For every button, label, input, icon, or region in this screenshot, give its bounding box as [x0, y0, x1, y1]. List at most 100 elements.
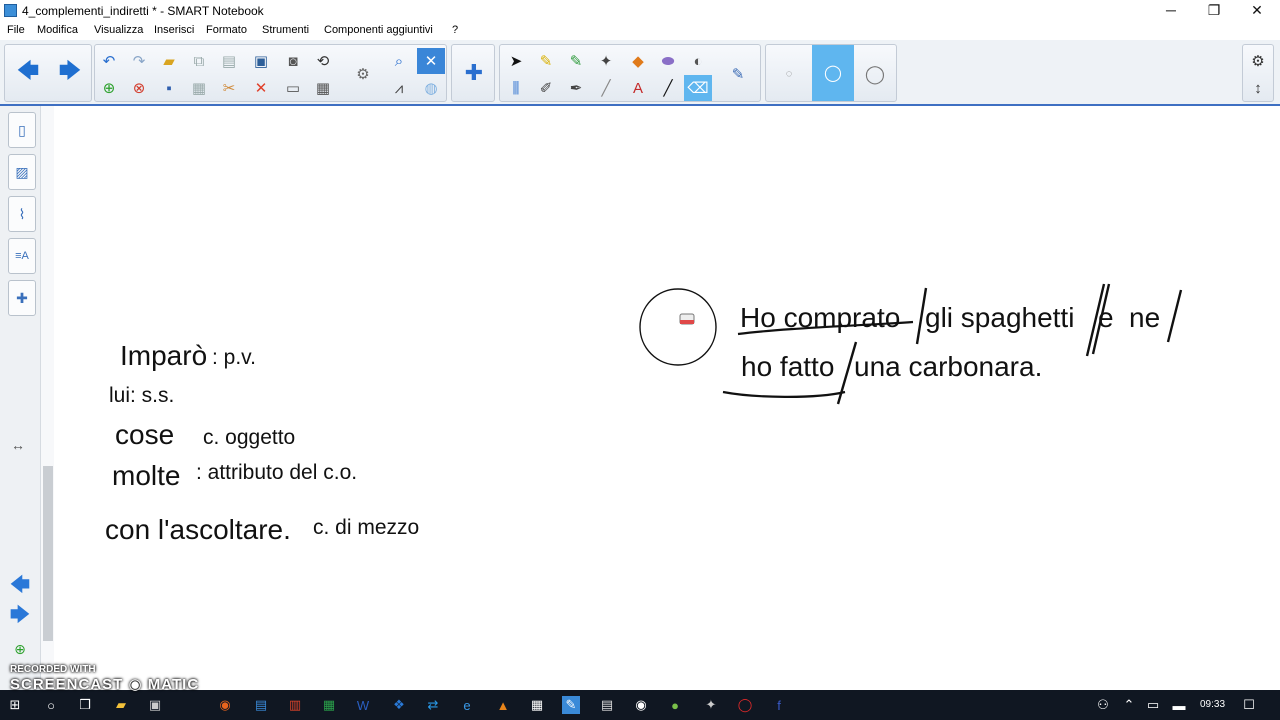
- text-icon[interactable]: A: [624, 75, 652, 101]
- screencast-icon[interactable]: ◉: [632, 696, 650, 714]
- file-explorer-icon[interactable]: ▰: [112, 696, 130, 714]
- properties-icon[interactable]: ≡A: [8, 238, 36, 274]
- smart-notebook-taskbar-icon[interactable]: ✎: [562, 696, 580, 714]
- fill-icon[interactable]: ◐: [684, 48, 712, 74]
- menu-modifica[interactable]: Modifica: [37, 24, 78, 36]
- word-icon[interactable]: W: [354, 696, 372, 714]
- menu-componenti-aggiuntivi[interactable]: Componenti aggiuntivi: [324, 24, 433, 36]
- ink-slash-1: [915, 287, 928, 345]
- calendar-icon[interactable]: ▦: [528, 696, 546, 714]
- sidebar-prev-page-icon[interactable]: 🡄: [6, 574, 34, 600]
- eraser-small-icon[interactable]: ⬬: [654, 48, 682, 74]
- display-icon[interactable]: ▭: [279, 75, 307, 101]
- add-ons-icon[interactable]: ✚: [8, 280, 36, 316]
- calculator-icon[interactable]: ▤: [598, 696, 616, 714]
- save-icon[interactable]: ▪: [155, 75, 183, 101]
- eraser-medium-size-icon[interactable]: ◯: [812, 45, 854, 101]
- shapes-icon[interactable]: ◆: [624, 48, 652, 74]
- eraser-large-size-icon[interactable]: ◯: [860, 61, 890, 87]
- next-page-button[interactable]: 🡆: [51, 47, 89, 99]
- firefox-icon[interactable]: ◉: [216, 696, 234, 714]
- close-tool-icon[interactable]: ✕: [417, 48, 445, 74]
- undo-icon[interactable]: ↶: [95, 48, 123, 74]
- redo-icon[interactable]: ↷: [125, 48, 153, 74]
- app-grey-icon[interactable]: ✦: [702, 696, 720, 714]
- clear-icon[interactable]: ✕: [247, 75, 275, 101]
- task-view-icon[interactable]: ❒: [76, 696, 94, 714]
- move-toolbar-icon[interactable]: ↕: [1244, 75, 1272, 101]
- page-sorter-icon[interactable]: ▯: [8, 112, 36, 148]
- select-arrow-icon[interactable]: ➤: [502, 48, 530, 74]
- pen-icon[interactable]: ✐: [532, 75, 560, 101]
- people-icon[interactable]: ⚇: [1094, 696, 1112, 714]
- delete-page-icon[interactable]: ⊗: [125, 75, 153, 101]
- magic-pen-icon[interactable]: ✦: [592, 48, 620, 74]
- attachments-paperclip-icon[interactable]: ⌇: [8, 196, 36, 232]
- previous-page-button[interactable]: 🡄: [9, 47, 47, 99]
- eraser-small-size-icon[interactable]: ◌: [774, 61, 804, 87]
- menu-inserisci[interactable]: Inserisci: [154, 24, 194, 36]
- measure-icon[interactable]: ⩘: [385, 75, 413, 101]
- capture-icon[interactable]: ◙: [279, 48, 307, 74]
- search-icon[interactable]: ○: [42, 696, 60, 714]
- nav-group: 🡄 🡆: [4, 44, 92, 102]
- menu-bar: File Modifica Visualizza Inserisci Forma…: [0, 22, 1280, 40]
- creative-pen-icon[interactable]: ✎: [562, 48, 590, 74]
- menu-strumenti[interactable]: Strumenti: [262, 24, 309, 36]
- close-button[interactable]: ✕: [1236, 0, 1278, 22]
- open-folder-icon[interactable]: ▰: [155, 48, 183, 74]
- pens-icon[interactable]: ⫼: [502, 75, 530, 101]
- settings-group: ⚙ ↕: [1242, 44, 1274, 102]
- taskbar-clock[interactable]: 09:33: [1200, 699, 1225, 710]
- menu-formato[interactable]: Formato: [206, 24, 247, 36]
- network-icon[interactable]: ▭: [1144, 696, 1162, 714]
- keyboard-icon[interactable]: ▬: [1170, 696, 1188, 714]
- vlc-icon[interactable]: ▲: [494, 696, 512, 714]
- resize-sidebar-icon[interactable]: ↔: [4, 432, 32, 458]
- settings-gear-icon[interactable]: ⚙: [1244, 48, 1272, 74]
- facebook-icon[interactable]: f: [770, 696, 788, 714]
- line-pen-icon[interactable]: ╱: [592, 75, 620, 101]
- add-ons-puzzle-icon[interactable]: ✚: [455, 47, 493, 99]
- app-green-icon[interactable]: ●: [666, 696, 684, 714]
- table-icon[interactable]: ▦: [309, 75, 337, 101]
- sidebar-scrollbar[interactable]: [40, 106, 54, 690]
- excel-icon[interactable]: ▦: [320, 696, 338, 714]
- whiteboard-canvas[interactable]: Imparò : p.v. lui: s.s. cose c. oggetto …: [55, 106, 1280, 690]
- dropbox-icon[interactable]: ❖: [390, 696, 408, 714]
- store-icon[interactable]: ▣: [146, 696, 164, 714]
- add-page-icon[interactable]: ⊕: [95, 75, 123, 101]
- paste-icon[interactable]: ▤: [215, 48, 243, 74]
- menu-file[interactable]: File: [7, 24, 25, 36]
- calligraphy-pen-icon[interactable]: ✒: [562, 75, 590, 101]
- clone-icon[interactable]: ▦: [185, 75, 213, 101]
- menu-help[interactable]: ?: [452, 24, 458, 36]
- minimize-button[interactable]: ─: [1150, 0, 1192, 22]
- screen-shade-icon[interactable]: ▣: [247, 48, 275, 74]
- sidebar-add-page-icon[interactable]: ⊕: [6, 636, 34, 662]
- maximize-button[interactable]: ❐: [1193, 0, 1235, 22]
- sidebar-next-page-icon[interactable]: 🡆: [6, 604, 34, 630]
- menu-visualizza[interactable]: Visualizza: [94, 24, 143, 36]
- document-camera-icon[interactable]: ⚙: [349, 61, 377, 87]
- globe-icon[interactable]: ◍: [417, 75, 445, 101]
- line-icon[interactable]: ╱: [654, 75, 682, 101]
- properties-pen-icon[interactable]: ✎: [724, 61, 752, 87]
- cut-icon[interactable]: ✂: [215, 75, 243, 101]
- gallery-icon[interactable]: ▨: [8, 154, 36, 190]
- edge-icon[interactable]: e: [458, 696, 476, 714]
- highlighter-icon[interactable]: ✎: [532, 48, 560, 74]
- magnifier-icon[interactable]: ⌕: [385, 48, 413, 74]
- sidebar-scroll-thumb[interactable]: [43, 466, 53, 641]
- side-panel: ▯ ▨ ⌇ ≡A ✚ ↔ 🡄 🡆 ⊕: [0, 106, 54, 690]
- notifications-icon[interactable]: ☐: [1240, 696, 1258, 714]
- powerpoint-icon[interactable]: ▥: [286, 696, 304, 714]
- start-button-icon[interactable]: ⊞: [6, 696, 24, 714]
- show-hidden-icons-icon[interactable]: ⌃: [1120, 696, 1138, 714]
- mail-icon[interactable]: ▤: [252, 696, 270, 714]
- eraser-icon[interactable]: ⌫: [684, 75, 712, 101]
- rotate-icon[interactable]: ⟲: [309, 48, 337, 74]
- copy-icon[interactable]: ⧉: [185, 48, 213, 74]
- teamviewer-icon[interactable]: ⇄: [424, 696, 442, 714]
- opera-icon[interactable]: ◯: [736, 696, 754, 714]
